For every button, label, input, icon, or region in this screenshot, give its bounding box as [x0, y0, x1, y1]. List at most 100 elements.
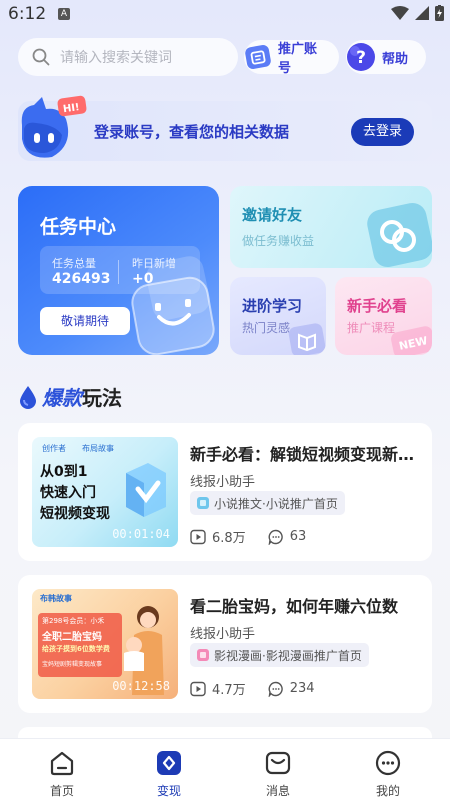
thumb-line-3: 给孩子摸到6位数学费 [42, 645, 110, 653]
video-thumbnail[interactable]: 布韩故事 第298号会员：小禾 全职二胎宝妈 给孩子摸到6位数学费 宝妈短剧剪辑… [32, 589, 178, 699]
login-banner[interactable]: HI! 登录账号，查看您的相关数据 去登录 [18, 95, 432, 161]
nav-item-home[interactable]: 首页 [32, 749, 92, 799]
thumb-line-3: 短视频变现 [40, 506, 110, 522]
status-icons [391, 5, 444, 21]
advanced-learning-card[interactable]: 进阶学习 热门灵感 [230, 277, 326, 355]
comment-count-value: 234 [289, 681, 315, 696]
video-thumbnail[interactable]: 创作者 布局故事 从0到1 快速入门 短视频变现 00:01:04 [32, 437, 178, 547]
message-icon [265, 751, 291, 775]
yesterday-new-label: 昨日新增 [132, 257, 176, 270]
section-title-rest: 玩法 [82, 386, 122, 410]
video-tag[interactable]: 小说推文·小说推广首页 [190, 491, 345, 515]
comment-icon [268, 681, 283, 697]
comment-icon [268, 529, 283, 545]
thumb-line-2: 快速入门 [40, 485, 96, 501]
nav-label-monetize: 变现 [156, 784, 181, 798]
thumb-brand-right: 布局故事 [82, 444, 114, 453]
section-title-highlight: 爆款 [42, 386, 82, 410]
svg-text:?: ? [356, 48, 366, 68]
task-center-card[interactable]: 任务中心 任务总量 426493 昨日新增 +0 敬请期待 [18, 186, 219, 355]
coming-soon-button[interactable]: 敬请期待 [40, 307, 130, 335]
help-label: 帮助 [382, 51, 409, 67]
nav-item-messages[interactable]: 消息 [248, 749, 308, 799]
comment-count-value: 63 [289, 529, 307, 544]
play-icon [190, 529, 206, 544]
promo-account-button[interactable]: 推广账号 [242, 40, 339, 76]
search-placeholder: 请输入搜索关键词 [60, 50, 172, 66]
video-card[interactable]: 创作者 布局故事 从0到1 快速入门 短视频变现 00:01:04 新手必看：解… [18, 423, 432, 561]
nav-label-profile: 我的 [375, 784, 400, 798]
video-meta: 6.8万 63 [190, 527, 328, 546]
nav-item-profile[interactable]: 我的 [358, 749, 418, 799]
link-icon [367, 203, 432, 267]
help-icon: ? [344, 40, 378, 74]
monetize-icon [157, 751, 181, 775]
total-tasks-label: 任务总量 [52, 257, 96, 270]
cube-graphic-icon [126, 463, 166, 517]
total-tasks-value: 426493 [52, 271, 111, 287]
search-icon [32, 48, 50, 66]
video-duration: 00:12:58 [112, 679, 170, 693]
learn-title: 进阶学习 [242, 297, 303, 315]
thumb-line-1: 从0到1 [40, 464, 88, 480]
wifi-icon [391, 6, 409, 20]
help-button[interactable]: ? 帮助 [346, 40, 426, 74]
video-meta: 4.7万 234 [190, 679, 337, 698]
book-tag-icon [197, 497, 209, 509]
video-duration: 00:01:04 [112, 527, 170, 541]
invite-title: 邀请好友 [242, 206, 303, 224]
video-title: 看二胎宝妈，如何年赚六位数 [190, 597, 399, 616]
task-center-title: 任务中心 [40, 216, 117, 238]
book-icon [288, 323, 326, 355]
thumb-line-1: 第298号会员：小禾 [42, 617, 105, 625]
comment-count: 234 [268, 681, 315, 697]
promo-account-label: 推广账号 [278, 42, 318, 76]
stat-divider [118, 260, 119, 284]
thumb-brand-left: 创作者 [42, 444, 66, 453]
invite-subtitle: 做任务赚收益 [242, 234, 315, 248]
water-drop-icon [20, 385, 36, 409]
new-badge-icon: NEW [391, 326, 432, 355]
thumb-line-2: 全职二胎宝妈 [42, 632, 102, 643]
home-icon [50, 751, 74, 776]
task-stats: 任务总量 426493 昨日新增 +0 [40, 246, 200, 294]
film-tag-icon [197, 649, 209, 661]
nav-label-home: 首页 [49, 784, 74, 798]
video-title: 新手必看：解锁短视频变现新玩法 [190, 445, 420, 464]
comment-count: 63 [268, 529, 307, 545]
video-author: 线报小助手 [190, 475, 256, 490]
yesterday-new-value: +0 [132, 271, 154, 287]
login-button[interactable]: 去登录 [351, 118, 414, 146]
video-tag-text: 影视漫画·影视漫画推广首页 [214, 648, 362, 663]
status-time: 6:12 [8, 4, 47, 24]
nav-label-messages: 消息 [265, 784, 290, 798]
login-message: 登录账号，查看您的相关数据 [94, 123, 290, 141]
video-card[interactable]: 布韩故事 第298号会员：小禾 全职二胎宝妈 给孩子摸到6位数学费 宝妈短剧剪辑… [18, 575, 432, 713]
play-count-value: 6.8万 [212, 531, 246, 546]
newbie-title: 新手必看 [347, 297, 408, 315]
account-card-icon [242, 40, 274, 74]
learn-subtitle: 热门灵感 [242, 321, 291, 335]
signal-icon [415, 6, 429, 20]
section-header: 爆款 玩法 [18, 382, 122, 411]
thumb-line-4: 宝妈短剧剪辑变现故事 [42, 661, 103, 668]
battery-icon [435, 5, 444, 21]
play-icon [190, 681, 206, 696]
notification-badge-icon: A [58, 8, 70, 20]
nav-item-monetize[interactable]: 变现 [139, 749, 199, 799]
bottom-nav: 首页 变现 消息 我的 [0, 738, 450, 804]
newbie-must-see-card[interactable]: 新手必看 推广课程 NEW [335, 277, 432, 355]
video-tag[interactable]: 影视漫画·影视漫画推广首页 [190, 643, 369, 667]
mascot-badge-text: HI! [62, 102, 80, 115]
thumb-brand: 布韩故事 [40, 594, 72, 603]
video-tag-text: 小说推文·小说推广首页 [214, 496, 338, 511]
status-bar: 6:12 A [0, 0, 450, 30]
play-count: 4.7万 [190, 679, 246, 698]
invite-friends-card[interactable]: 邀请好友 做任务赚收益 [230, 186, 432, 268]
profile-icon [375, 750, 401, 776]
play-count: 6.8万 [190, 527, 246, 546]
search-input[interactable]: 请输入搜索关键词 [18, 38, 238, 76]
video-author: 线报小助手 [190, 627, 256, 642]
mascot-icon: HI! [21, 95, 87, 158]
play-count-value: 4.7万 [212, 683, 246, 698]
